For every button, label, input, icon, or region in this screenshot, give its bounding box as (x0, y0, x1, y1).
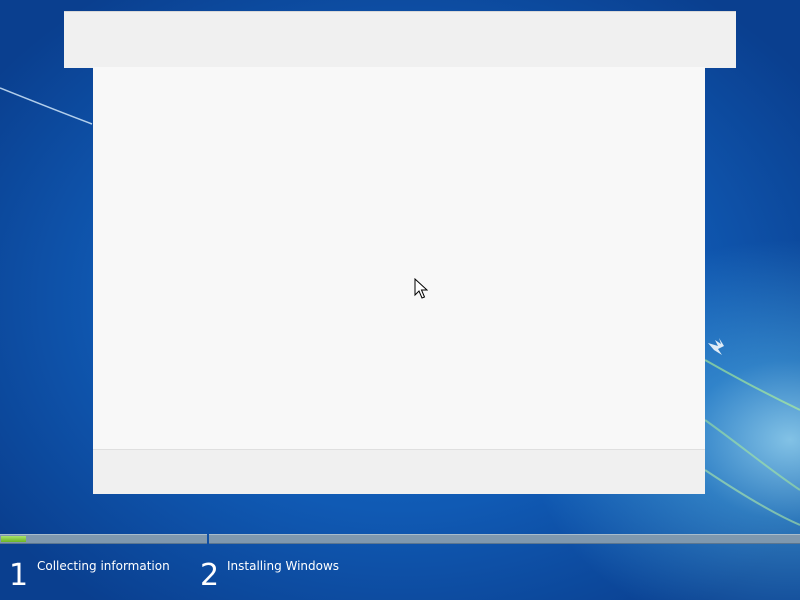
desktop-background: 1 Collecting information 2 Installing Wi… (0, 0, 800, 600)
progress-bar-step-2 (209, 534, 800, 544)
step-1-number: 1 (9, 558, 29, 593)
progress-fill-step-1 (1, 536, 26, 542)
step-2-label: Installing Windows (227, 559, 340, 573)
progress-bar-step-1 (0, 534, 207, 544)
setup-window-content (93, 67, 705, 449)
setup-window-title-bar (64, 11, 736, 68)
mouse-pointer-icon (414, 278, 428, 299)
step-2-number: 2 (200, 558, 220, 593)
step-1-label: Collecting information (37, 559, 170, 573)
setup-window-command-bar (93, 449, 705, 494)
